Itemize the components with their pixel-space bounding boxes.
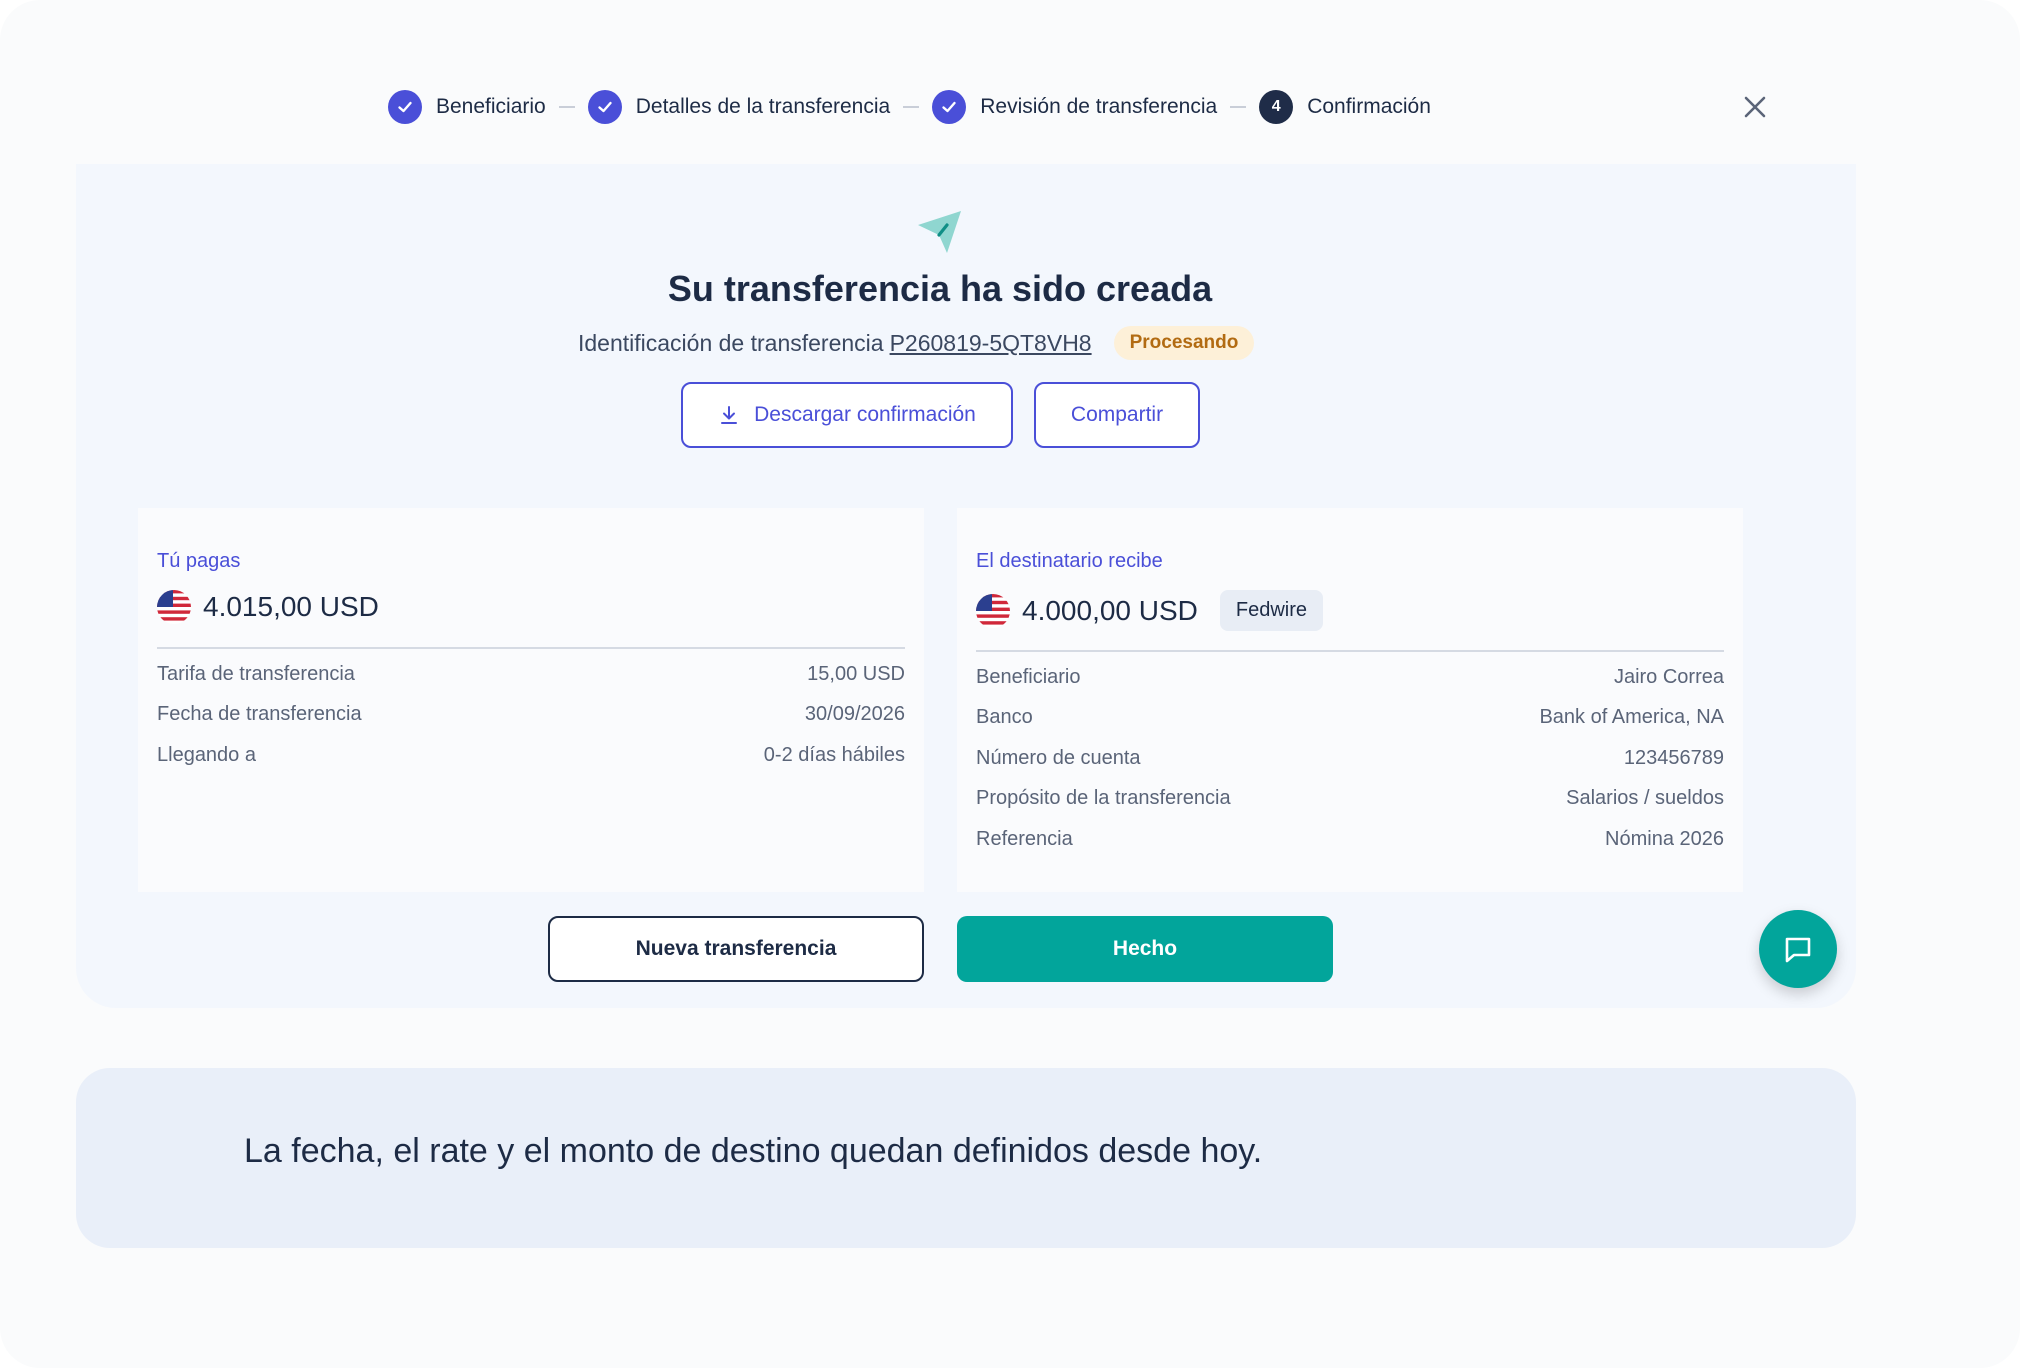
row-label: Fecha de transferencia — [157, 703, 362, 725]
new-transfer-button[interactable]: Nueva transferencia — [548, 916, 924, 982]
step-beneficiario[interactable]: Beneficiario — [388, 90, 546, 124]
you-pay-amount: 4.015,00 USD — [203, 591, 379, 622]
row-value: Salarios / sueldos — [1566, 787, 1724, 809]
row-value: Jairo Correa — [1613, 666, 1724, 688]
step-separator — [903, 106, 920, 108]
share-label: Compartir — [1070, 403, 1164, 426]
row-label: Banco — [976, 706, 1033, 728]
row-label: Número de cuenta — [976, 747, 1141, 769]
divider — [976, 650, 1724, 652]
info-note: La fecha, el rate y el monto de destino … — [76, 1068, 1856, 1248]
app-frame: Beneficiario Detalles de la transferenci… — [0, 0, 2020, 1368]
download-label: Descargar confirmación — [754, 403, 976, 426]
share-button[interactable]: Compartir — [1034, 382, 1200, 448]
transfer-id-link[interactable]: P260819-5QT8VH8 — [890, 330, 1092, 357]
step-label: Confirmación — [1307, 95, 1431, 118]
check-icon — [388, 90, 422, 124]
progress-stepper: Beneficiario Detalles de la transferenci… — [388, 88, 1431, 126]
status-badge: Procesando — [1113, 326, 1255, 360]
row-value: 30/09/2026 — [804, 703, 905, 725]
fee-row: Tarifa de transferencia 15,00 USD — [157, 663, 905, 686]
us-flag-icon — [157, 590, 191, 624]
row-label: Referencia — [976, 828, 1073, 850]
step-detalles[interactable]: Detalles de la transferencia — [587, 90, 891, 124]
check-icon — [587, 90, 622, 124]
paper-plane-icon — [915, 205, 965, 255]
step-number: 4 — [1259, 90, 1294, 124]
check-icon — [932, 90, 967, 124]
transfer-id-label: Identificación de transferencia — [578, 329, 884, 356]
recipient-amount: 4.000,00 USD — [1022, 594, 1198, 626]
row-value: Nómina 2026 — [1605, 828, 1724, 850]
row-label: Llegando a — [157, 744, 256, 766]
row-label: Tarifa de transferencia — [157, 663, 355, 685]
account-number-row: Número de cuenta 123456789 — [976, 747, 1724, 770]
chat-icon — [1785, 937, 1811, 963]
arrival-row: Llegando a 0-2 días hábiles — [157, 744, 905, 767]
purpose-row: Propósito de la transferencia Salarios /… — [976, 787, 1724, 810]
row-value: 15,00 USD — [807, 663, 905, 685]
step-label: Revisión de transferencia — [980, 95, 1218, 118]
divider — [157, 647, 905, 649]
step-revision[interactable]: Revisión de transferencia — [932, 90, 1217, 124]
you-pay-title: Tú pagas — [157, 550, 241, 572]
done-button[interactable]: Hecho — [957, 916, 1333, 982]
transfer-id-row: Identificación de transferencia P260819-… — [578, 326, 1255, 360]
download-confirmation-button[interactable]: Descargar confirmación — [681, 382, 1013, 448]
row-value: 123456789 — [1623, 747, 1724, 769]
you-pay-panel: Tú pagas 4.015,00 USD Tarifa de transfer… — [138, 508, 924, 892]
info-note-text: La fecha, el rate y el monto de destino … — [244, 1132, 1263, 1170]
download-icon — [721, 406, 738, 424]
page-title: Su transferencia ha sido creada — [667, 268, 1213, 309]
step-separator — [558, 106, 575, 108]
step-label: Detalles de la transferencia — [635, 95, 891, 118]
bank-row: Banco Bank of America, NA — [976, 706, 1724, 729]
row-value: 0-2 días hábiles — [763, 744, 905, 766]
step-label: Beneficiario — [436, 95, 546, 118]
chat-button[interactable] — [1759, 910, 1837, 988]
step-separator — [1230, 106, 1247, 108]
us-flag-icon — [976, 593, 1010, 628]
close-button[interactable] — [1738, 90, 1772, 124]
you-pay-amount-row: 4.015,00 USD — [157, 590, 379, 624]
date-row: Fecha de transferencia 30/09/2026 — [157, 703, 905, 726]
close-icon — [1744, 96, 1766, 118]
row-value: Bank of America, NA — [1539, 706, 1724, 728]
recipient-amount-row: 4.000,00 USD Fedwire — [976, 590, 1324, 631]
recipient-receives-panel: El destinatario recibe 4.000,00 USD Fedw… — [957, 508, 1743, 892]
payment-rail-tag: Fedwire — [1219, 590, 1324, 631]
row-label: Beneficiario — [976, 666, 1081, 688]
step-confirmacion: 4 Confirmación — [1259, 90, 1431, 124]
recipient-title: El destinatario recibe — [976, 550, 1163, 572]
reference-row: Referencia Nómina 2026 — [976, 828, 1724, 851]
row-label: Propósito de la transferencia — [976, 787, 1231, 809]
beneficiary-row: Beneficiario Jairo Correa — [976, 666, 1724, 689]
